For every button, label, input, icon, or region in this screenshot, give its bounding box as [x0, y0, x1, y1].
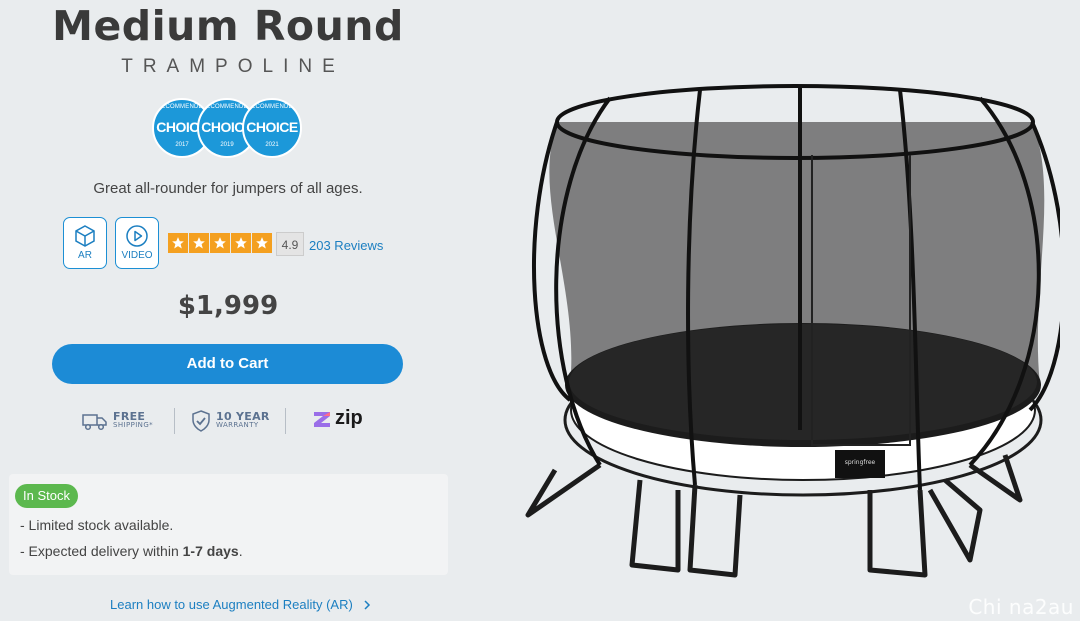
shipping-sub: SHIPPING*: [113, 421, 154, 429]
ar-label: AR: [78, 250, 92, 261]
delivery-note: - Expected delivery within 1-7 days.: [20, 543, 243, 559]
choice-award-badge: RECOMMENDED CHOICE 2021: [242, 98, 302, 158]
star-icon: [168, 233, 188, 253]
shipping-title: FREE: [113, 410, 146, 423]
product-price: $1,999: [177, 291, 279, 321]
video-label: VIDEO: [121, 250, 153, 261]
brand-tag: springfree: [845, 459, 876, 466]
product-subtitle: TRAMPOLINE: [121, 56, 345, 77]
truck-icon: [82, 414, 107, 431]
award-badges: RECOMMENDED CHOICE 2017 RECOMMENDED CHOI…: [152, 98, 304, 160]
warranty-title: 10 YEAR: [216, 410, 270, 423]
stock-panel: In Stock - Limited stock available. - Ex…: [9, 474, 448, 575]
divider: [174, 408, 175, 434]
rating-score: 4.9: [276, 232, 304, 256]
star-rating[interactable]: [168, 233, 272, 253]
star-icon: [231, 233, 251, 253]
watermark: Chi na2au: [968, 595, 1074, 619]
zip-payment: zip: [312, 407, 363, 430]
zip-logo-icon: [314, 411, 330, 427]
chevron-right-icon: [364, 600, 371, 610]
delivery-prefix: - Expected delivery within: [20, 543, 183, 559]
add-to-cart-button[interactable]: Add to Cart: [52, 344, 403, 384]
star-icon: [189, 233, 209, 253]
star-icon: [210, 233, 230, 253]
divider: [285, 408, 286, 434]
product-tagline: Great all-rounder for jumpers of all age…: [93, 180, 363, 197]
in-stock-badge: In Stock: [15, 484, 78, 508]
ar-help-link[interactable]: Learn how to use Augmented Reality (AR): [110, 597, 372, 612]
delivery-days: 1-7 days: [182, 543, 239, 559]
product-title: Medium Round: [52, 2, 404, 50]
product-info-panel: Medium Round TRAMPOLINE RECOMMENDED CHOI…: [0, 0, 460, 621]
reviews-link[interactable]: 203 Reviews: [309, 238, 383, 253]
ar-help-label: Learn how to use Augmented Reality (AR): [110, 597, 353, 612]
warranty-perk: 10 YEAR WARRANTY: [191, 404, 270, 438]
free-shipping-perk: FREE SHIPPING*: [82, 404, 153, 438]
ar-cube-icon: [75, 225, 95, 247]
video-button[interactable]: VIDEO: [115, 217, 159, 269]
stock-note: - Limited stock available.: [20, 517, 174, 533]
play-icon: [126, 225, 148, 247]
star-icon: [252, 233, 272, 253]
delivery-suffix: .: [238, 543, 243, 559]
zip-label: zip: [335, 407, 363, 429]
shield-check-icon: [192, 410, 210, 432]
ar-button[interactable]: AR: [63, 217, 107, 269]
trampoline-image: springfree: [525, 84, 1060, 578]
